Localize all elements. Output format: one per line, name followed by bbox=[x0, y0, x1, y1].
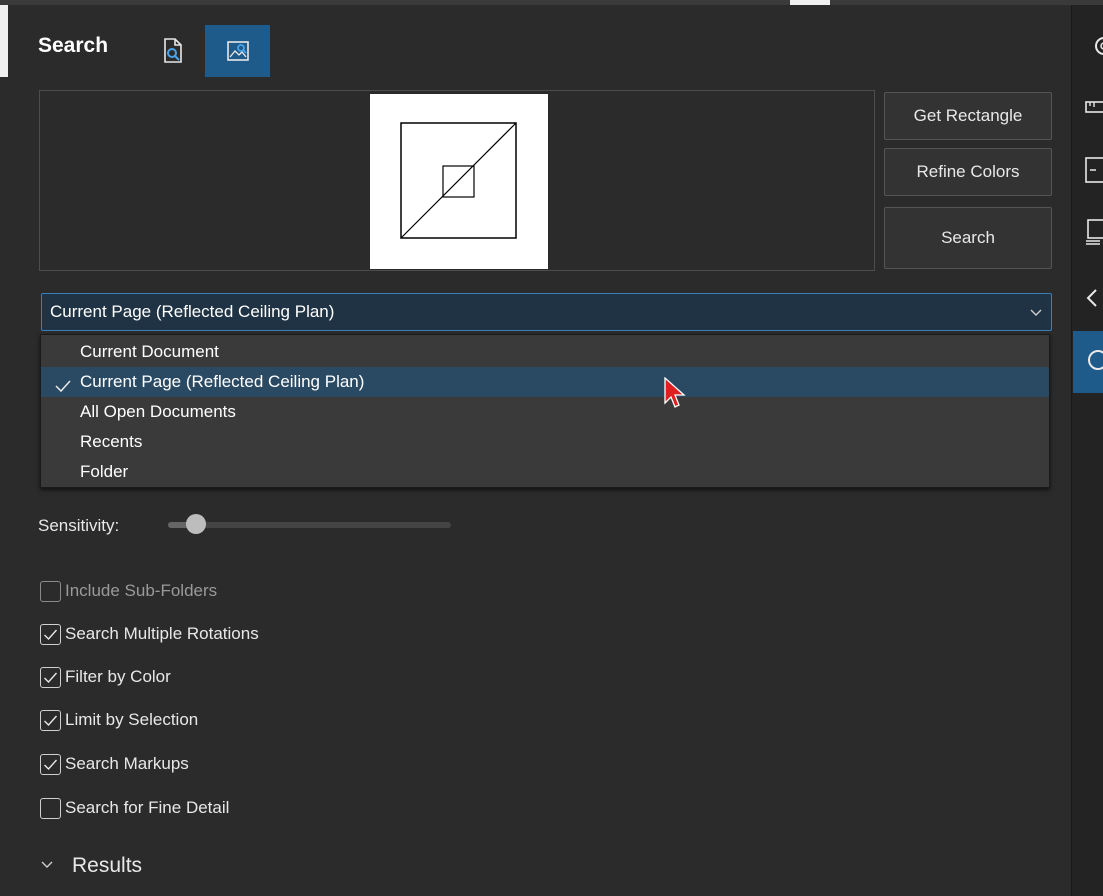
search-markups-checkbox[interactable]: Search Markups bbox=[40, 751, 189, 777]
results-label: Results bbox=[72, 854, 143, 877]
scope-select-value: Current Page (Reflected Ceiling Plan) bbox=[50, 302, 335, 321]
scope-option-selected[interactable]: Current Page (Reflected Ceiling Plan) bbox=[41, 367, 1049, 397]
panel-header: Search bbox=[8, 5, 1071, 77]
refine-colors-button[interactable]: Refine Colors bbox=[884, 148, 1052, 196]
checkbox-box bbox=[40, 797, 61, 819]
settings-icon[interactable] bbox=[1084, 31, 1103, 61]
search-multiple-rotations-checkbox[interactable]: Search Multiple Rotations bbox=[40, 621, 259, 647]
checkmark-icon bbox=[44, 715, 58, 726]
mouse-cursor-icon bbox=[664, 376, 688, 416]
chevron-down-icon bbox=[1029, 302, 1043, 327]
checkmark-icon bbox=[44, 672, 58, 683]
checkbox-box bbox=[40, 623, 61, 645]
include-subfolders-checkbox[interactable]: Include Sub-Folders bbox=[40, 578, 217, 604]
image-search-icon[interactable] bbox=[205, 25, 270, 77]
scope-option[interactable]: All Open Documents bbox=[41, 397, 1049, 427]
get-rectangle-button[interactable]: Get Rectangle bbox=[884, 92, 1052, 140]
search-fine-detail-checkbox[interactable]: Search for Fine Detail bbox=[40, 795, 229, 821]
ruler-icon[interactable] bbox=[1084, 93, 1103, 123]
checkmark-icon bbox=[44, 629, 58, 640]
checkbox-box bbox=[40, 580, 61, 602]
sensitivity-slider-track[interactable] bbox=[168, 522, 451, 528]
preview-thumbnail bbox=[370, 94, 548, 269]
left-edge bbox=[0, 5, 8, 77]
sensitivity-label: Sensitivity: bbox=[38, 516, 120, 535]
chevron-left-icon[interactable] bbox=[1084, 283, 1103, 313]
limit-by-selection-checkbox[interactable]: Limit by Selection bbox=[40, 707, 198, 733]
checkmark-icon bbox=[44, 759, 58, 770]
image-preview bbox=[39, 90, 875, 271]
search-panel: Search Get Rectangle Refine Colors Searc… bbox=[8, 5, 1071, 896]
checkbox-box bbox=[40, 666, 61, 688]
sensitivity-slider-handle[interactable] bbox=[186, 514, 206, 534]
scope-dropdown-menu: Current Document Current Page (Reflected… bbox=[40, 334, 1050, 488]
filter-by-color-checkbox[interactable]: Filter by Color bbox=[40, 664, 171, 690]
page-compare-icon[interactable] bbox=[1084, 155, 1103, 185]
panel-title: Search bbox=[38, 34, 109, 57]
checkbox-box bbox=[40, 709, 61, 731]
search-icon[interactable] bbox=[1084, 345, 1103, 375]
checkbox-box bbox=[40, 753, 61, 775]
text-search-icon[interactable] bbox=[154, 25, 192, 77]
results-section-toggle[interactable]: Results bbox=[40, 851, 142, 881]
scope-option[interactable]: Folder bbox=[41, 457, 1049, 487]
scope-option[interactable]: Recents bbox=[41, 427, 1049, 457]
document-stack-icon[interactable] bbox=[1084, 217, 1103, 247]
chevron-down-icon bbox=[40, 857, 54, 876]
right-tool-sidebar bbox=[1071, 5, 1103, 896]
search-button[interactable]: Search bbox=[884, 207, 1052, 269]
scope-select[interactable]: Current Page (Reflected Ceiling Plan) bbox=[41, 293, 1052, 331]
scope-option[interactable]: Current Document bbox=[41, 337, 1049, 367]
